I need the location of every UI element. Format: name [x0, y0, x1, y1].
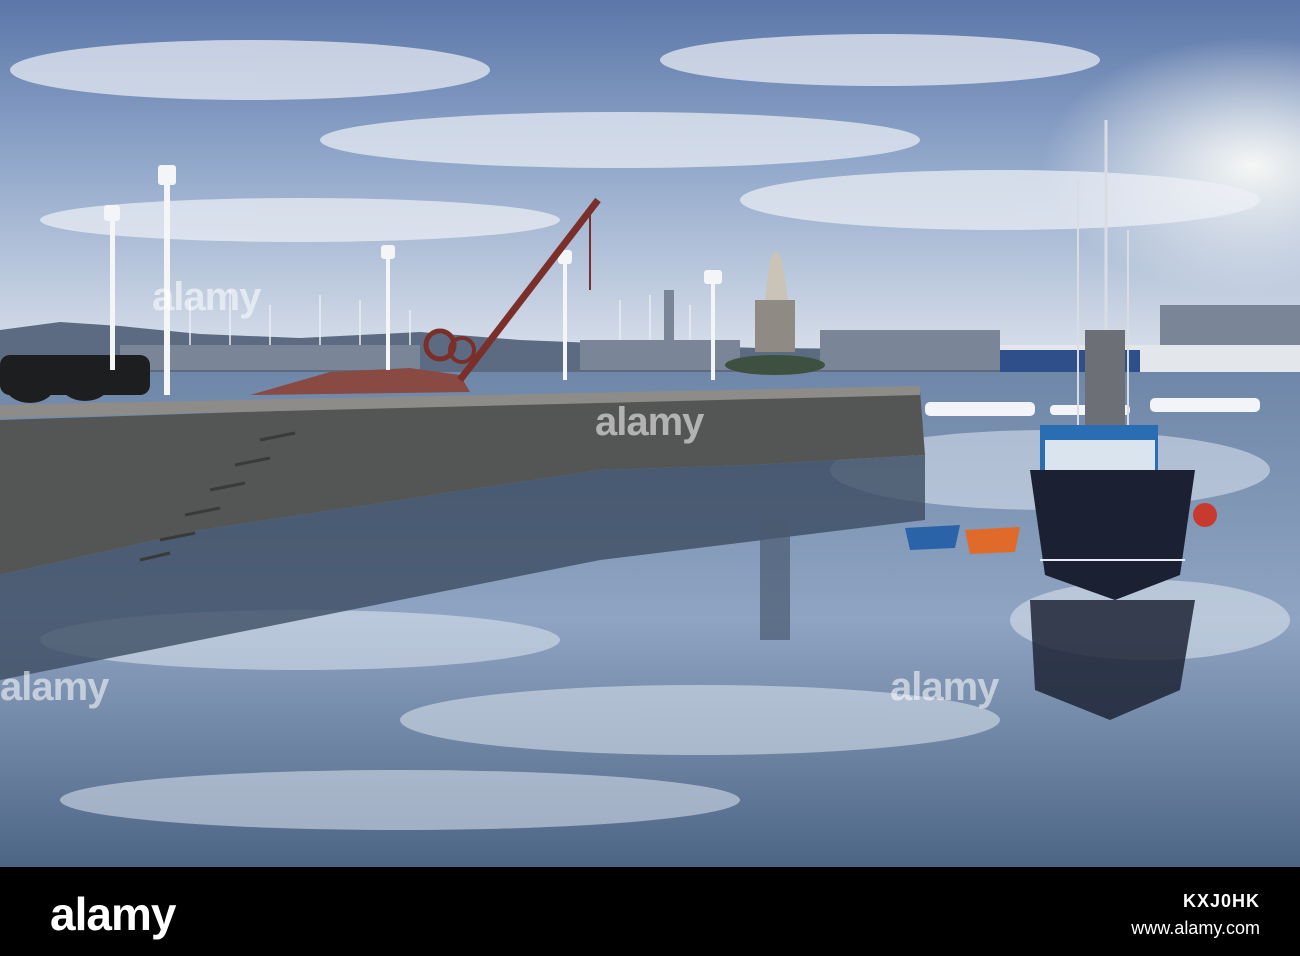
- alamy-logo: alamy: [50, 888, 176, 940]
- footer-meta: KXJ0HK www.alamy.com: [1131, 891, 1260, 939]
- watermark: alamy: [890, 665, 999, 709]
- watermark: alamy: [595, 400, 704, 444]
- statue-reflection: [760, 520, 790, 640]
- footer-bar: alamy KXJ0HK www.alamy.com: [0, 867, 1300, 956]
- site-url: www.alamy.com: [1131, 918, 1260, 938]
- harbor-photo: alamy alamy alamy alamy: [0, 0, 1300, 867]
- image-id: KXJ0HK: [1182, 891, 1260, 911]
- watermark: alamy: [0, 665, 109, 709]
- watermark: alamy: [152, 275, 261, 319]
